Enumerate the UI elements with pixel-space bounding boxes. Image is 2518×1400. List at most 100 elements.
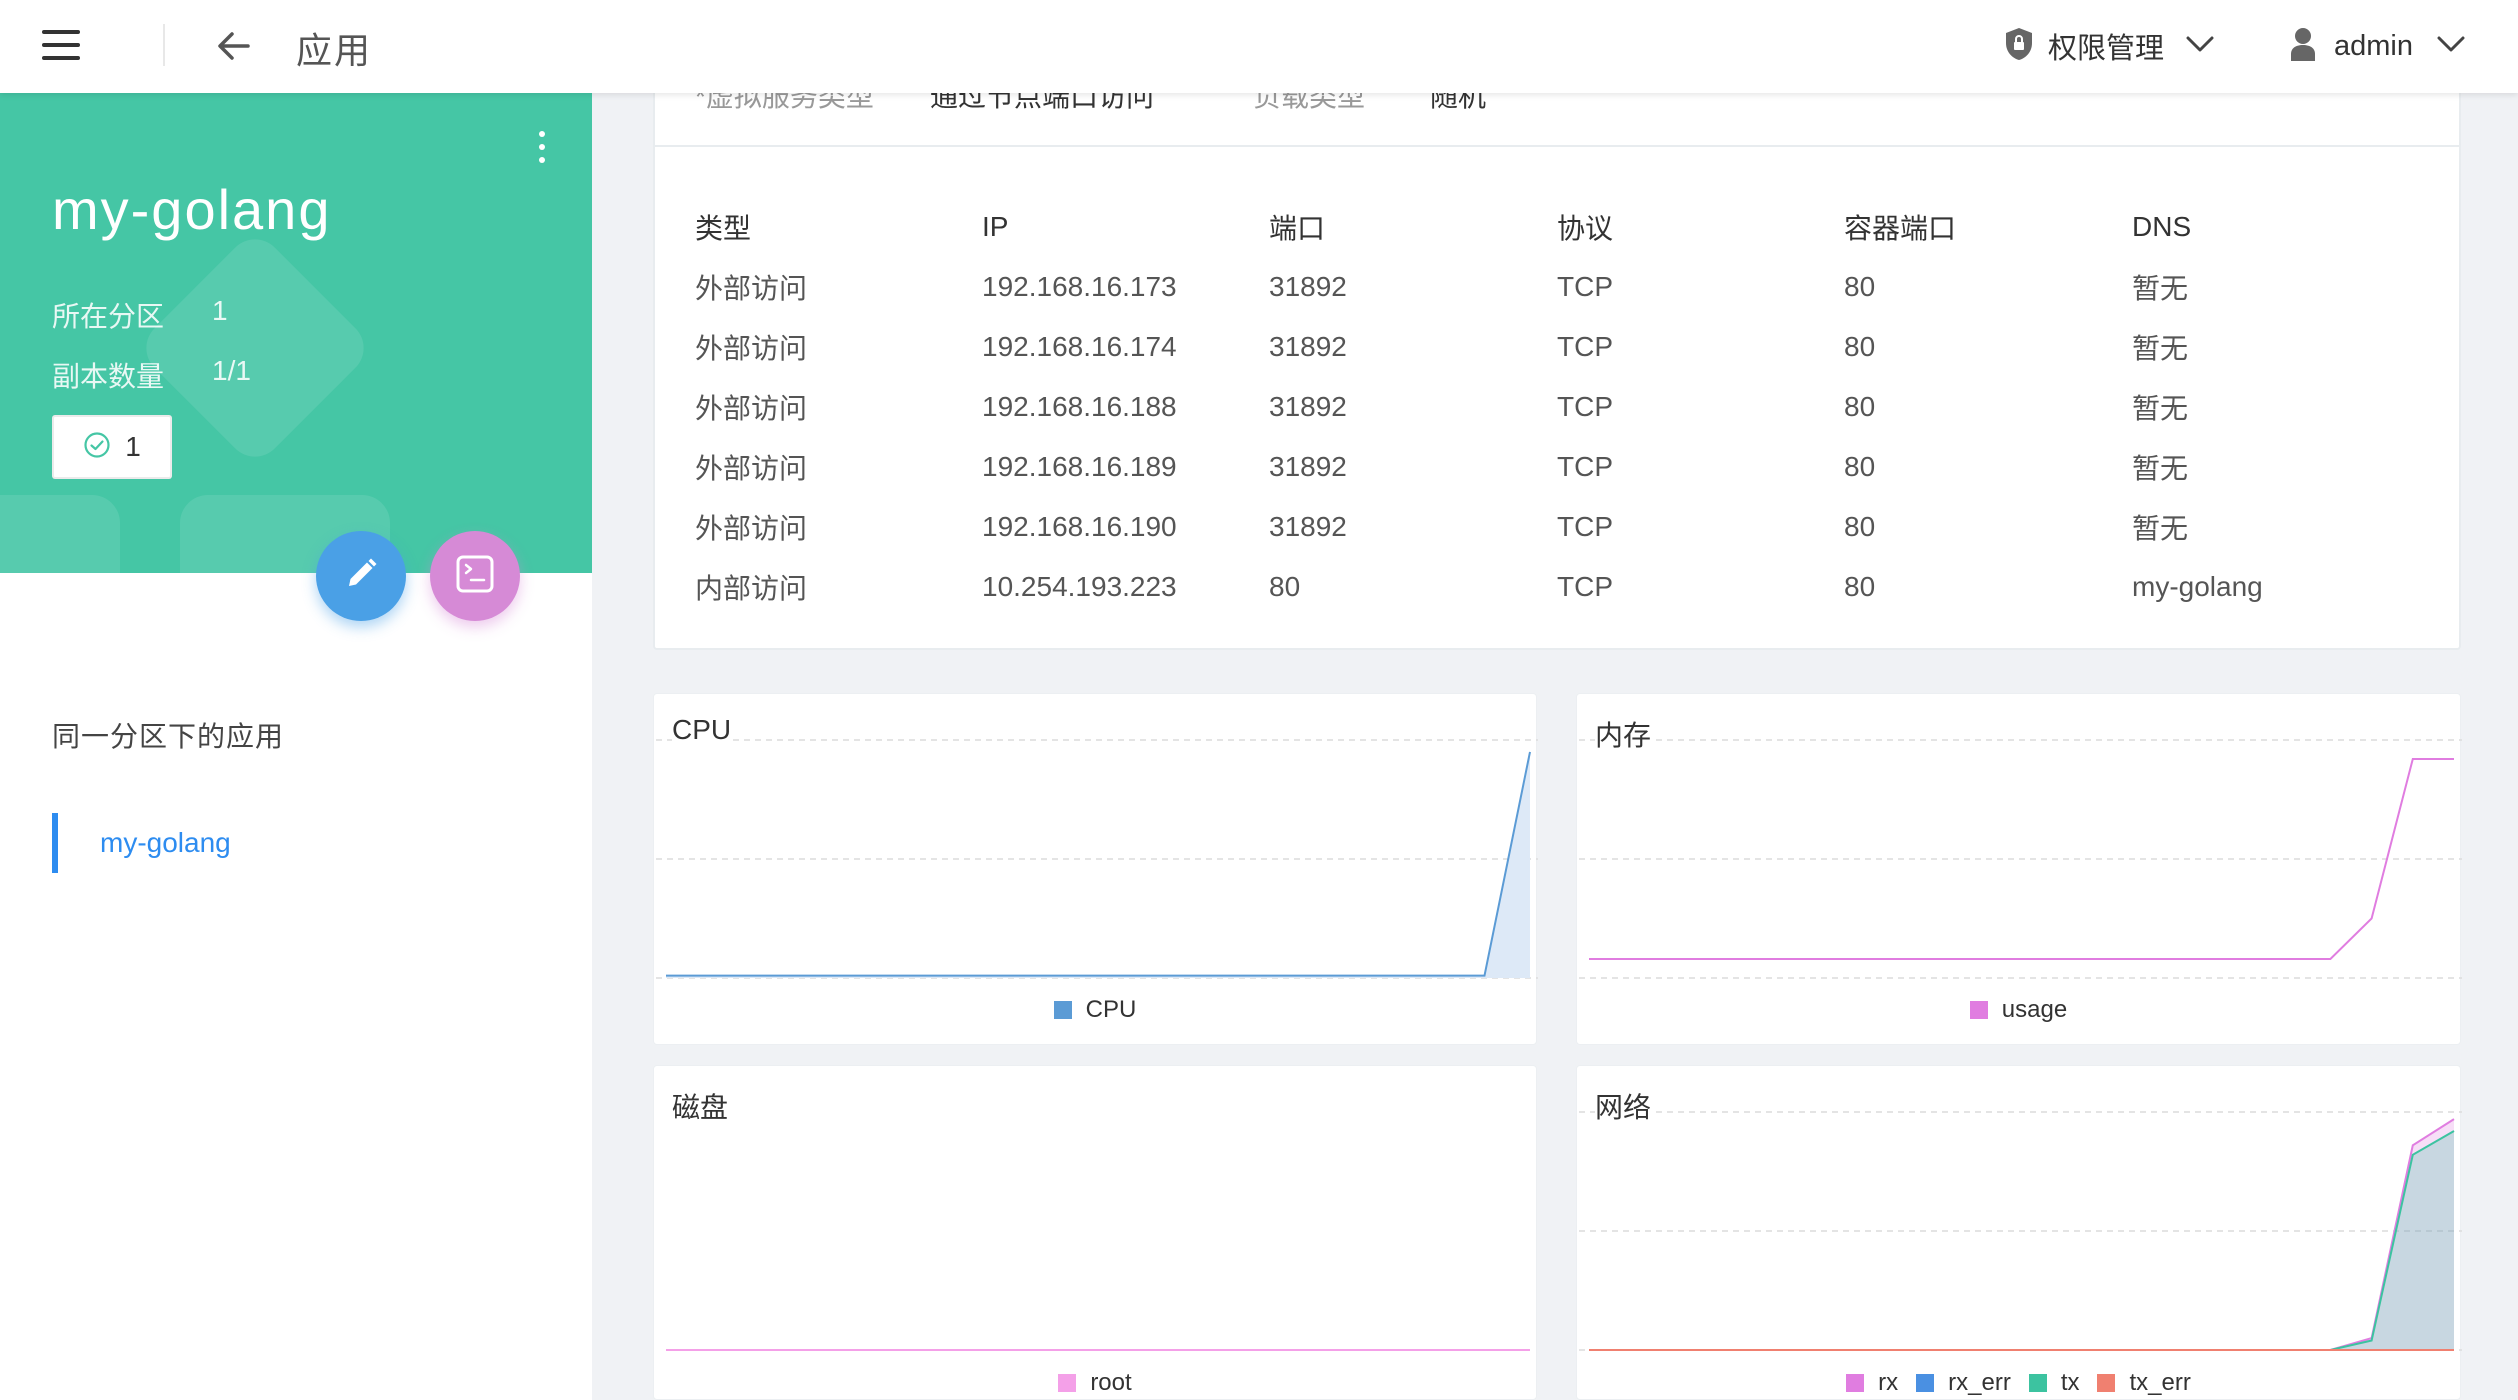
table-cell: 31892: [1269, 511, 1347, 542]
check-circle-icon: [83, 431, 111, 464]
disk-chart: 磁盘 root: [653, 1065, 1537, 1400]
legend-item[interactable]: rx_err: [1916, 1369, 2011, 1397]
edit-app-button[interactable]: [316, 531, 406, 621]
table-cell: 暂无: [2132, 453, 2189, 484]
legend-swatch: [1916, 1374, 1935, 1392]
table-cell: 内部访问: [695, 573, 808, 604]
running-count: 1: [125, 431, 141, 462]
table-cell: TCP: [1557, 271, 1613, 302]
column-header: 协议: [1557, 213, 1614, 244]
service-info-label: 负载类型: [1253, 93, 1366, 112]
table-cell: 80: [1844, 571, 1876, 602]
table-cell: 80: [1844, 391, 1876, 422]
table-cell: 192.168.16.174: [982, 331, 1177, 362]
service-info-value: 通过节点端口访问: [930, 93, 1155, 112]
table-cell: 外部访问: [695, 333, 808, 364]
table-row: 外部访问 192.168.16.173 31892 TCP 80 暂无: [695, 257, 2435, 317]
service-info-value: 随机: [1430, 93, 1487, 112]
service-card: *虚拟服务类型 通过节点端口访问 负载类型 随机 类型 IP 端口 协议 容器端…: [653, 93, 2461, 650]
table-row: 外部访问 192.168.16.174 31892 TCP 80 暂无: [695, 317, 2435, 377]
legend-label: usage: [2001, 996, 2068, 1023]
decoration-shape: [0, 495, 120, 573]
legend-item[interactable]: tx_err: [2097, 1369, 2191, 1397]
legend-label: root: [1090, 1369, 1132, 1396]
legend-item[interactable]: rx: [1846, 1369, 1898, 1397]
table-cell: 80: [1844, 511, 1876, 542]
network-plot: [1579, 1111, 2462, 1351]
memory-chart: 内存 usage: [1576, 693, 2462, 1045]
column-header: DNS: [2132, 211, 2192, 242]
table-cell: 80: [1844, 271, 1876, 302]
service-table: 类型 IP 端口 协议 容器端口 DNS 外部访问 192.168.16.173…: [695, 197, 2435, 617]
table-cell: 31892: [1269, 271, 1347, 302]
legend-swatch: [2097, 1374, 2116, 1392]
table-cell: 暂无: [2132, 273, 2189, 304]
table-cell: 31892: [1269, 331, 1347, 362]
table-cell: 外部访问: [695, 453, 808, 484]
table-cell: TCP: [1557, 451, 1613, 482]
series-area-rx: [1589, 1119, 2454, 1350]
terminal-button[interactable]: [430, 531, 520, 621]
app-summary-card: my-golang 所在分区 1 副本数量 1/1 1: [0, 93, 592, 573]
legend-item[interactable]: usage: [1969, 996, 2068, 1024]
chart-legend: rx rx_err tx tx_err: [1577, 1369, 2460, 1397]
table-cell: 192.168.16.190: [982, 511, 1177, 542]
memory-plot: [1579, 739, 2462, 979]
replica-row: 副本数量 1/1: [52, 355, 251, 395]
column-header: 类型: [695, 213, 752, 244]
chevron-down-icon: [2437, 35, 2465, 58]
legend-item[interactable]: tx: [2028, 1369, 2079, 1397]
permission-menu[interactable]: 权限管理: [2004, 22, 2214, 70]
arrow-left-icon[interactable]: [214, 26, 254, 66]
series-line-CPU: [666, 751, 1531, 977]
same-partition-app-item[interactable]: my-golang: [52, 813, 552, 873]
replica-value: 1/1: [212, 355, 251, 386]
disk-plot: [666, 1349, 1530, 1351]
replica-label: 副本数量: [52, 361, 165, 392]
chart-legend: root: [654, 1369, 1536, 1397]
column-header: 容器端口: [1844, 213, 1957, 244]
partition-row: 所在分区 1: [52, 295, 228, 335]
legend-item[interactable]: CPU: [1053, 996, 1136, 1024]
chart-title: CPU: [672, 714, 734, 746]
column-header: 端口: [1269, 213, 1326, 244]
kebab-icon[interactable]: [528, 127, 556, 167]
hamburger-icon[interactable]: [38, 24, 86, 68]
chart-title: 网络: [1595, 1086, 1654, 1126]
user-name: admin: [2334, 29, 2413, 62]
active-indicator: [52, 813, 58, 873]
top-header: 应用 权限管理 admin: [0, 0, 2518, 93]
terminal-icon: [454, 553, 496, 600]
running-status-badge[interactable]: 1: [52, 415, 172, 479]
permission-label: 权限管理: [2048, 33, 2165, 65]
chart-legend: usage: [1577, 996, 2460, 1024]
legend-label: rx_err: [1948, 1369, 2011, 1396]
header-divider: [163, 24, 165, 66]
legend-swatch: [1058, 1374, 1077, 1392]
partition-label: 所在分区: [52, 301, 165, 332]
table-cell: 80: [1269, 571, 1301, 602]
chevron-down-icon: [2186, 35, 2214, 58]
table-cell: 外部访问: [695, 273, 808, 304]
legend-label: rx: [1878, 1369, 1899, 1396]
legend-swatch: [2028, 1374, 2047, 1392]
series-line-rx: [1589, 1118, 2455, 1351]
table-row: 内部访问 10.254.193.223 80 TCP 80 my-golang: [695, 557, 2435, 617]
legend-swatch: [1846, 1374, 1865, 1392]
chart-title: 磁盘: [672, 1086, 731, 1126]
cpu-plot: [656, 739, 1538, 979]
legend-swatch: [1969, 1001, 1988, 1019]
same-partition-title: 同一分区下的应用: [52, 721, 285, 752]
table-cell: 暂无: [2132, 393, 2189, 424]
legend-item[interactable]: root: [1058, 1369, 1132, 1397]
partition-value: 1: [212, 295, 228, 326]
table-cell: 外部访问: [695, 393, 808, 424]
app-name: my-golang: [52, 178, 332, 241]
column-header: IP: [982, 211, 1009, 242]
service-info-label: *虚拟服务类型: [695, 93, 874, 112]
user-menu[interactable]: admin: [2290, 22, 2465, 70]
table-cell: 192.168.16.189: [982, 451, 1177, 482]
legend-label: tx_err: [2129, 1369, 2191, 1396]
cpu-chart: CPU CPU: [653, 693, 1538, 1045]
table-row: 外部访问 192.168.16.190 31892 TCP 80 暂无: [695, 497, 2435, 557]
